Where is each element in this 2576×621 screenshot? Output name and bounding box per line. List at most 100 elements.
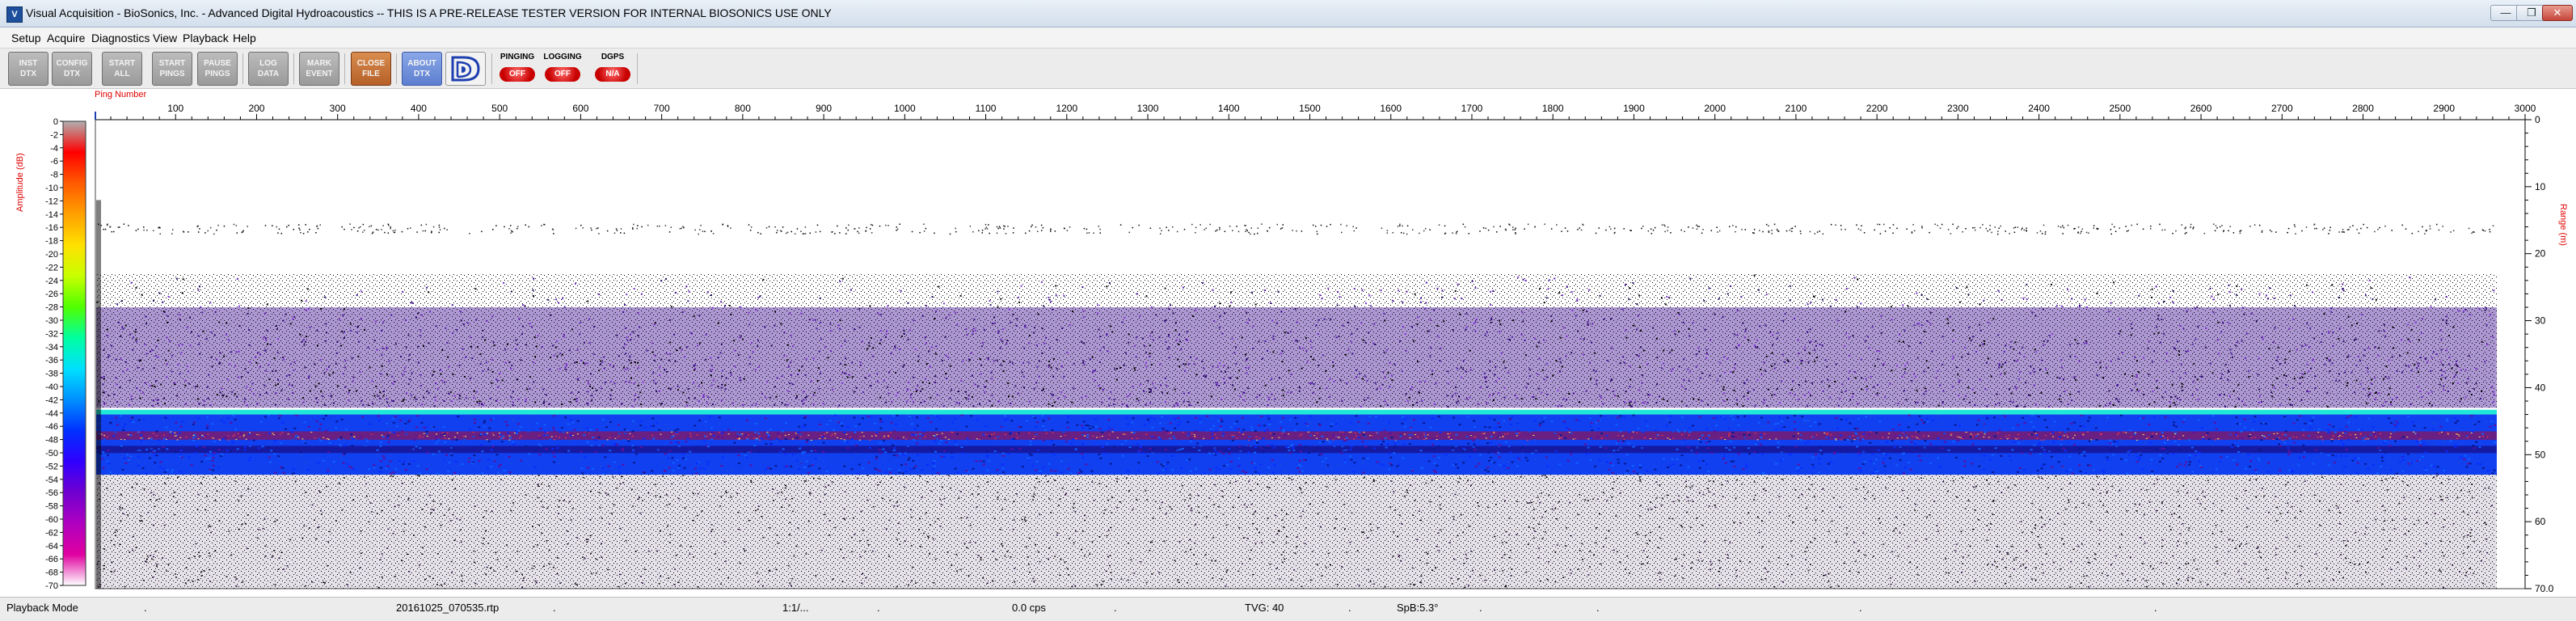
echo-sample [1746,379,1748,382]
echo-sample [1221,332,1224,335]
echo-sample [168,340,171,342]
echo-sample [2350,324,2353,327]
echo-sample [2197,399,2199,401]
pause-pings-button[interactable]: PAUSE PINGS [197,52,238,86]
echo-sample [965,391,968,393]
echo-sample [1457,230,1458,232]
echo-sample [193,452,196,454]
echo-sample [624,327,626,329]
about-dtx-button[interactable]: ABOUT DTX [402,52,442,86]
echo-sample [2324,363,2326,365]
echo-sample [103,403,106,405]
echo-sample [2110,228,2112,230]
echo-sample [441,379,444,382]
echo-sample [2239,230,2241,232]
echo-sample [2156,326,2158,328]
echo-sample [1871,326,1874,328]
echo-sample [2051,432,2055,434]
echo-sample [1374,382,1377,384]
echo-sample [1499,319,1501,322]
echo-sample [857,230,858,233]
biosonics-logo-button[interactable] [445,52,486,86]
echo-sample [408,353,411,356]
echo-sample [322,417,325,420]
echo-sample [1589,361,1592,364]
echo-sample [1684,430,1687,433]
echo-sample [1464,226,1466,228]
mark-event-button[interactable]: MARK EVENT [299,52,339,86]
echo-sample [1861,388,1863,391]
echo-sample [632,228,634,230]
start-all-button[interactable]: START ALL [102,52,142,86]
echo-sample [1035,426,1038,429]
echo-sample [1600,444,1603,446]
echo-sample [1486,471,1490,473]
menu-view[interactable]: View [153,32,177,44]
echo-sample [797,374,799,376]
echo-sample [921,381,924,383]
echo-sample [988,224,989,226]
echo-sample [1623,401,1625,403]
echo-sample [2050,455,2053,458]
echogram-plot-area[interactable] [95,119,2526,589]
echo-sample [1784,361,1786,363]
echo-sample [1561,365,1563,368]
echo-sample [1829,396,1832,399]
echo-sample [2467,463,2470,465]
menu-playback[interactable]: Playback [183,32,229,44]
echo-sample [197,231,200,233]
echo-sample [405,433,408,435]
echo-sample [2078,464,2081,467]
echo-sample [2246,416,2249,418]
echo-sample [2439,383,2441,386]
echo-sample [1718,375,1721,378]
echo-sample [1337,290,1339,293]
echo-sample [1280,427,1283,429]
echo-sample [858,227,860,229]
echo-sample [2073,376,2076,378]
echo-sample [1558,357,1561,360]
echo-sample [2066,420,2069,423]
echo-sample [1505,229,1507,231]
echo-sample [1629,365,1631,367]
menu-acquire[interactable]: Acquire [47,32,85,44]
echogram-panel[interactable]: Ping Number Amplitude (dB) Range (m) 0 -2… [0,89,2576,597]
echo-sample [1647,230,1650,232]
echo-sample [945,317,947,319]
echo-sample [1666,466,1669,468]
start-pings-button[interactable]: START PINGS [152,52,192,86]
log-data-button[interactable]: LOG DATA [248,52,289,86]
echo-sample [979,358,981,361]
echo-sample [1251,348,1254,350]
echo-sample [1288,452,1292,454]
menu-diagnostics[interactable]: Diagnostics [91,32,150,44]
echo-sample [1018,425,1021,428]
echo-sample [993,450,997,453]
echo-sample [188,456,191,458]
inst-dtx-button[interactable]: INST DTX [8,52,48,86]
echo-sample [1984,343,1986,345]
echo-sample [1467,442,1470,445]
echo-sample [356,331,358,333]
menu-setup[interactable]: Setup [11,32,41,44]
config-dtx-button[interactable]: CONFIG DTX [52,52,92,86]
echo-sample [2431,443,2435,446]
echo-sample [1923,370,1925,373]
menu-help[interactable]: Help [233,32,256,44]
close-window-button[interactable]: ✕ [2542,5,2573,21]
echo-sample [1042,425,1045,428]
echo-sample [1437,416,1440,418]
window-titlebar[interactable]: V Visual Acquisition - BioSonics, Inc. -… [0,0,2576,27]
x-axis-title: Ping Number [95,90,147,99]
echo-sample [1232,230,1233,231]
close-file-button[interactable]: CLOSE FILE [351,52,391,86]
echo-sample [877,380,879,382]
echo-sample [2338,327,2341,330]
echo-sample [1884,230,1887,232]
echogram-chart[interactable]: Ping Number Amplitude (dB) Range (m) 0-2… [0,89,2576,597]
echo-sample [1038,360,1040,362]
echo-sample [428,342,430,344]
echo-sample [1131,421,1134,424]
echo-sample [500,437,503,440]
echo-sample [1644,420,1647,422]
